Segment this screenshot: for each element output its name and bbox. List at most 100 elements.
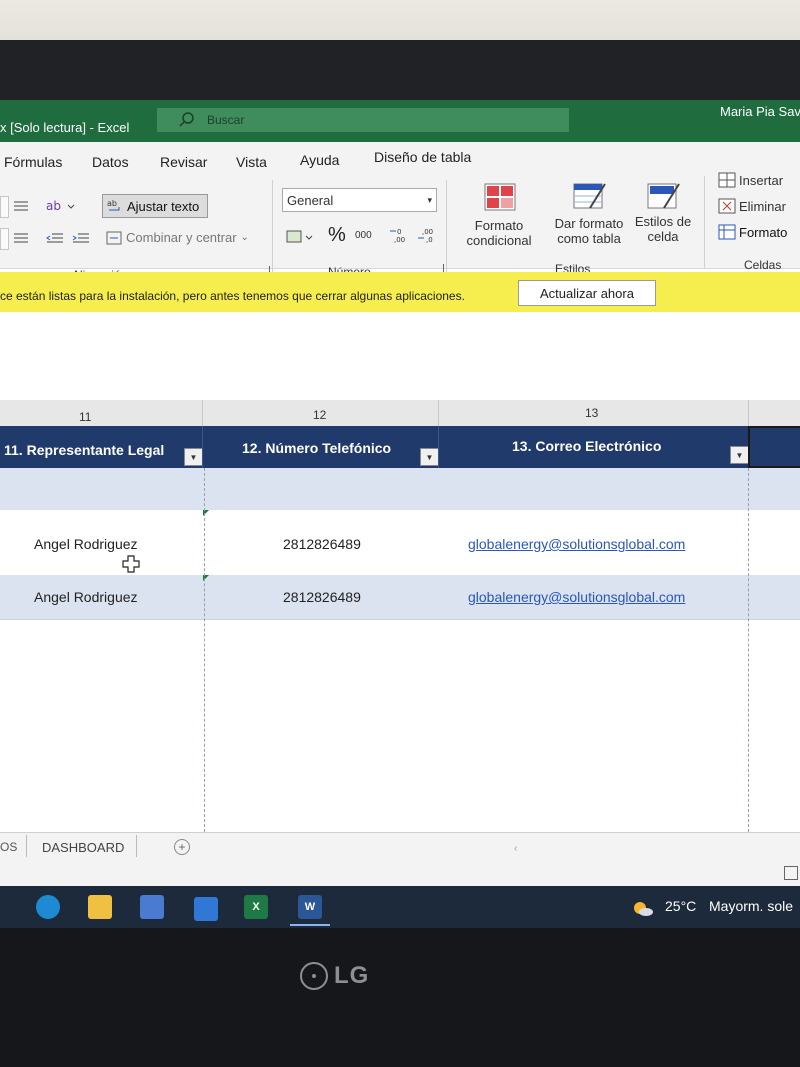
table-header-row: 11. Representante Legal ▼ 12. Número Tel… — [0, 426, 800, 468]
format-as-table-icon[interactable] — [572, 180, 608, 212]
chevron-down-icon: ⌄ — [240, 232, 249, 243]
orientation-icon[interactable]: ab — [46, 196, 76, 216]
tab-vista[interactable]: Vista — [236, 154, 267, 170]
svg-text:ab: ab — [107, 199, 117, 208]
decrease-indent-icon[interactable] — [46, 230, 64, 246]
search-placeholder: Buscar — [207, 113, 245, 127]
search-box[interactable]: Buscar — [157, 108, 569, 132]
chevron-down-icon: ▾ — [427, 194, 432, 205]
update-now-button[interactable]: Actualizar ahora — [518, 280, 656, 306]
delete-cells-icon — [718, 198, 736, 214]
tab-ayuda[interactable]: Ayuda — [300, 152, 339, 168]
word-icon[interactable]: W — [298, 895, 322, 919]
format-as-table-button[interactable]: Dar formato como tabla — [546, 216, 632, 246]
cell-correo-link[interactable]: globalenergy@solutionsglobal.com — [468, 589, 685, 605]
store-icon[interactable] — [140, 895, 164, 919]
document-title: x [Solo lectura] - Excel — [0, 120, 130, 135]
svg-text:,0: ,0 — [426, 236, 433, 244]
header-correo-electronico[interactable]: 13. Correo Electrónico — [512, 438, 661, 454]
delete-label: Eliminar — [739, 198, 786, 214]
excel-icon[interactable]: X — [244, 895, 268, 919]
conditional-format-icon[interactable] — [483, 182, 517, 212]
cell-styles-icon[interactable] — [646, 180, 682, 212]
format-as-table-label-2: como tabla — [557, 231, 621, 246]
ribbon-separator — [704, 176, 705, 268]
indent-button[interactable] — [0, 228, 9, 250]
increase-decimal-icon[interactable]: 0,00 — [388, 226, 408, 244]
ribbon-separator — [272, 180, 273, 272]
cell-styles-button[interactable]: Estilos de celda — [632, 214, 694, 244]
number-format-select[interactable]: General ▾ — [282, 188, 437, 212]
cell-styles-label-2: celda — [647, 229, 679, 244]
format-cells-icon — [718, 224, 736, 240]
header-representante-legal[interactable]: 11. Representante Legal — [4, 442, 164, 458]
monitor-bezel-bottom — [0, 928, 800, 1067]
weather-temperature[interactable]: 25°C — [665, 898, 696, 914]
insert-button[interactable]: Insertar — [718, 172, 783, 188]
sheet-tabs-bar: OS DASHBOARD + ‹ — [0, 832, 800, 863]
scroll-left-icon[interactable]: ‹ — [514, 843, 517, 854]
filter-dropdown-icon[interactable]: ▼ — [420, 448, 439, 466]
normal-view-icon[interactable] — [784, 866, 798, 880]
thousands-button[interactable]: 000 — [355, 230, 372, 241]
number-format-value: General — [287, 192, 334, 208]
cell-telefono[interactable]: 2812826489 — [283, 589, 361, 605]
filter-dropdown-icon[interactable]: ▼ — [730, 446, 749, 464]
cell-representante[interactable]: Angel Rodriguez — [34, 536, 138, 552]
monitor-brand: LG — [334, 962, 370, 989]
edge-icon[interactable] — [36, 895, 60, 919]
tab-diseno-de-tabla[interactable]: Diseño de tabla — [374, 149, 471, 165]
lg-logo-icon — [300, 962, 328, 990]
add-sheet-icon[interactable]: + — [174, 839, 190, 855]
monitor-bezel-top — [0, 40, 800, 108]
align-center-icon[interactable] — [12, 198, 30, 214]
svg-text:,00: ,00 — [394, 236, 405, 244]
weather-icon[interactable] — [632, 900, 654, 918]
tab-revisar[interactable]: Revisar — [160, 154, 207, 170]
conditional-format-label-1: Formato — [474, 218, 524, 233]
column-divider — [748, 400, 749, 426]
accounting-format-icon[interactable] — [286, 228, 316, 246]
column-number-12[interactable]: 12 — [313, 408, 326, 422]
file-explorer-icon[interactable] — [88, 895, 112, 919]
active-app-indicator — [290, 924, 330, 926]
next-column-header[interactable] — [748, 426, 800, 468]
conditional-format-label-2: condicional — [466, 233, 532, 248]
cell-correo-link[interactable]: globalenergy@solutionsglobal.com — [468, 536, 685, 552]
conditional-format-button[interactable]: Formato condicional — [458, 218, 540, 248]
table-row[interactable] — [0, 468, 800, 511]
cells-group-label: Celdas — [744, 258, 782, 272]
align-left-button[interactable] — [0, 196, 9, 218]
mail-icon[interactable] — [194, 897, 218, 921]
insert-label: Insertar — [739, 172, 784, 188]
sheet-tab-dashboard[interactable]: DASHBOARD — [42, 840, 124, 855]
ribbon-separator — [446, 180, 447, 272]
tab-datos[interactable]: Datos — [92, 154, 129, 170]
sheet-tab-partial[interactable]: OS — [0, 840, 17, 854]
table-row[interactable]: Angel Rodriguez 2812826489 globalenergy@… — [0, 575, 800, 620]
cell-telefono[interactable]: 2812826489 — [283, 536, 361, 552]
percent-button[interactable]: % — [328, 224, 346, 247]
user-name[interactable]: Maria Pia Sav — [720, 104, 800, 119]
justify-icon[interactable] — [12, 230, 30, 246]
cell-representante[interactable]: Angel Rodriguez — [34, 589, 138, 605]
tab-formulas[interactable]: Fórmulas — [4, 154, 62, 170]
formula-area — [0, 312, 800, 401]
decrease-decimal-icon[interactable]: ,00,0 — [416, 226, 436, 244]
delete-button[interactable]: Eliminar — [718, 198, 786, 214]
table-row[interactable]: Angel Rodriguez 2812826489 globalenergy@… — [0, 510, 800, 576]
header-numero-telefonico[interactable]: 12. Número Telefónico — [242, 440, 391, 456]
menu-bar: Fórmulas Datos Revisar Vista Ayuda Diseñ… — [0, 142, 800, 176]
cell-styles-label-1: Estilos de — [634, 214, 692, 229]
gridline — [204, 468, 205, 832]
cursor-cross-icon — [122, 555, 140, 578]
merge-center-label: Combinar y centrar — [126, 230, 237, 245]
column-number-13[interactable]: 13 — [585, 406, 598, 420]
merge-center-button[interactable]: Combinar y centrar ⌄ — [106, 230, 249, 245]
weather-description[interactable]: Mayorm. sole — [709, 898, 793, 914]
wrap-text-button[interactable]: ab Ajustar texto — [102, 194, 208, 218]
filter-dropdown-icon[interactable]: ▼ — [184, 448, 203, 466]
format-button[interactable]: Formato — [718, 224, 787, 240]
column-number-11[interactable]: 11 — [79, 410, 91, 424]
increase-indent-icon[interactable] — [72, 230, 90, 246]
